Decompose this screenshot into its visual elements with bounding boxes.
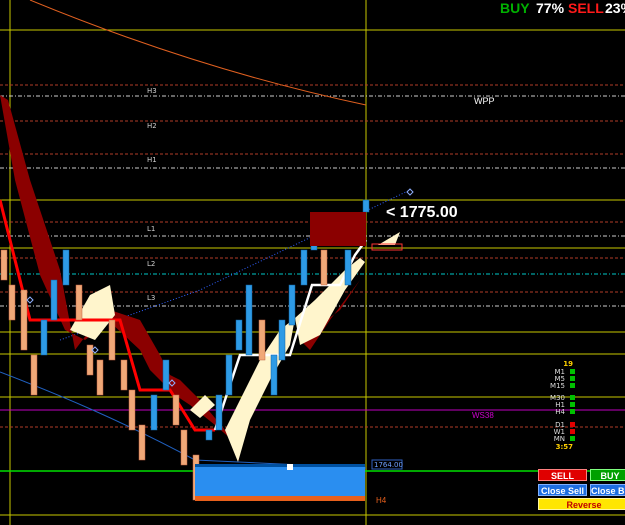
- hud-buy-label: BUY: [500, 0, 530, 16]
- price-bar: [320, 249, 328, 286]
- range-box-bottom: [195, 496, 365, 501]
- close-buy-button[interactable]: Close Buy: [590, 484, 625, 496]
- price-bar: [278, 319, 286, 361]
- range-box-top: [195, 464, 365, 467]
- signal-mn: [570, 436, 575, 441]
- price-bar: [138, 424, 146, 461]
- price-bar: [162, 359, 170, 391]
- price-bar: [205, 429, 213, 441]
- trend-line-orange: [29, 0, 367, 106]
- hud-sell-label: SELL: [568, 0, 604, 16]
- timeframe-mn[interactable]: MN: [545, 436, 565, 443]
- level-label-l3: L3: [147, 294, 155, 302]
- signal-w1: [570, 429, 575, 434]
- signal-m1: [570, 369, 575, 374]
- current-price-label: < 1775.00: [386, 204, 458, 221]
- price-bar: [30, 354, 38, 396]
- close-sell-button[interactable]: Close Sell: [538, 484, 587, 496]
- signal-m30: [570, 395, 575, 400]
- timeframe-count: 19: [563, 360, 573, 368]
- level-label-l1: L1: [147, 225, 155, 233]
- price-bar: [215, 394, 223, 431]
- price-bar: [8, 284, 16, 321]
- price-tag: 1764.00: [374, 461, 403, 469]
- price-chart[interactable]: H3 H2 H1 L1 L2 L3 WPP WS38 H4 < 1775.00 …: [0, 0, 625, 525]
- price-bar: [50, 279, 58, 321]
- range-box-marker: [287, 464, 293, 470]
- price-bar: [300, 249, 308, 286]
- hud-buy-pct: 77%: [536, 0, 565, 16]
- level-label-wpp: WPP: [474, 96, 495, 106]
- price-bar: [120, 359, 128, 391]
- level-label-h1: H1: [147, 156, 157, 164]
- signal-m15: [570, 383, 575, 388]
- timeframe-panel: 19 M1 M5 M15 M30 H1 H4 D1 W1 MN 3:57: [545, 360, 585, 455]
- price-bar: [128, 389, 136, 431]
- price-bar: [362, 199, 370, 213]
- price-bar: [180, 429, 188, 466]
- price-bar: [270, 354, 278, 396]
- level-label-l2: L2: [147, 260, 155, 268]
- price-bar: [258, 319, 266, 361]
- price-bar: [344, 249, 352, 286]
- signal-d1: [570, 422, 575, 427]
- diamond-marker: [26, 296, 34, 304]
- signal-h1: [570, 402, 575, 407]
- price-bar: [288, 284, 296, 326]
- diamond-marker: [406, 188, 414, 196]
- level-label-h4: H4: [376, 496, 387, 505]
- price-bar: [20, 289, 28, 351]
- countdown-timer: 3:57: [555, 443, 573, 451]
- price-bar: [40, 319, 48, 356]
- price-bar: [172, 394, 180, 426]
- cloud-light: [378, 232, 400, 245]
- price-bar: [150, 394, 158, 431]
- level-label-h2: H2: [147, 122, 157, 130]
- range-box: [195, 466, 365, 498]
- signal-m5: [570, 376, 575, 381]
- price-bar: [108, 319, 116, 361]
- price-bar: [96, 359, 104, 396]
- reverse-button[interactable]: Reverse: [538, 498, 625, 510]
- timeframe-h4[interactable]: H4: [545, 409, 565, 416]
- timeframe-m15[interactable]: M15: [545, 383, 565, 390]
- level-label-ws38: WS38: [472, 411, 494, 420]
- price-bar: [235, 319, 243, 351]
- buy-button[interactable]: BUY: [590, 469, 625, 481]
- price-bar: [75, 284, 83, 321]
- price-bar: [62, 249, 70, 286]
- resistance-zone: [310, 212, 366, 246]
- price-bar: [225, 354, 233, 396]
- sell-button[interactable]: SELL: [538, 469, 587, 481]
- hud-sell-pct: 23%: [605, 0, 625, 16]
- signal-h4: [570, 409, 575, 414]
- price-bar: [245, 284, 253, 356]
- level-label-h3: H3: [147, 87, 157, 95]
- price-bar: [0, 249, 8, 281]
